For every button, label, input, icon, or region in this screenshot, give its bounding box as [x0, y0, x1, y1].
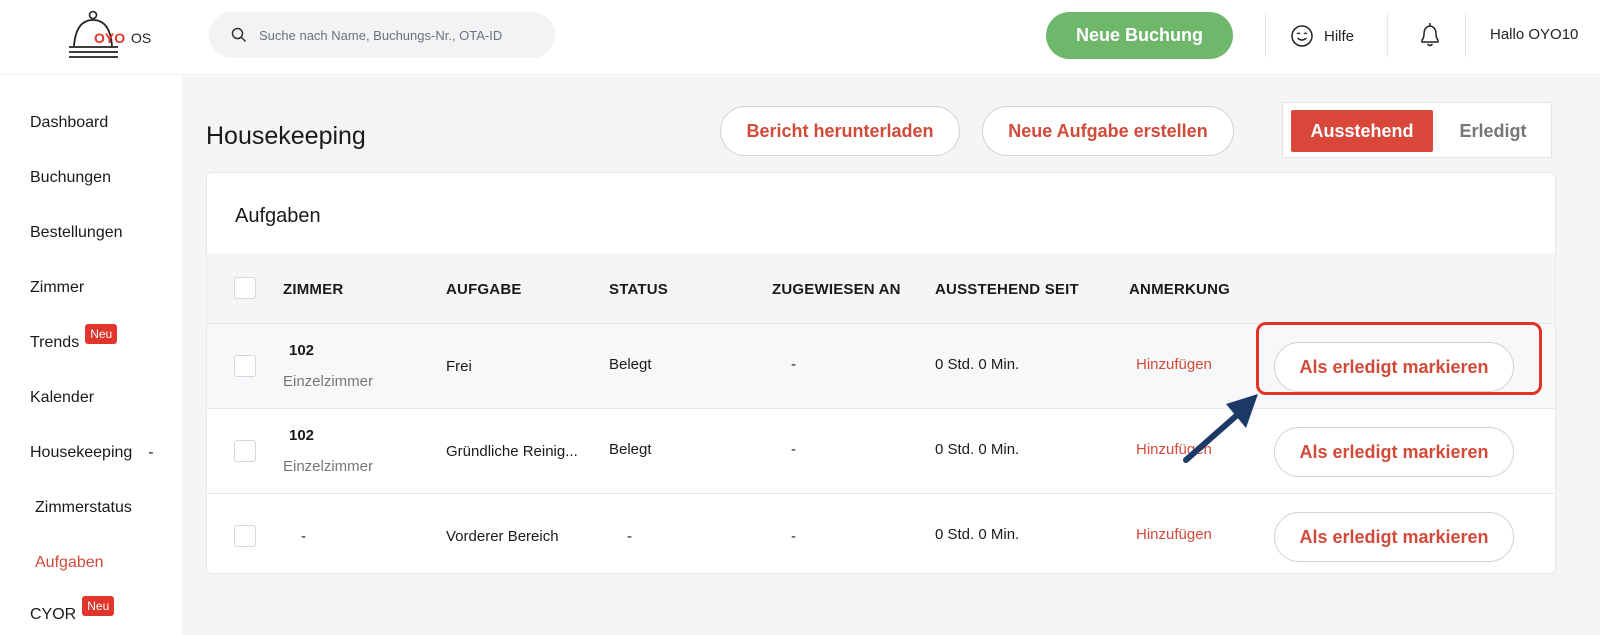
create-task-button[interactable]: Neue Aufgabe erstellen [982, 106, 1234, 156]
add-note-link[interactable]: Hinzufügen [1136, 356, 1212, 373]
sidebar-item-label: Buchungen [30, 169, 111, 186]
sidebar-item-trends[interactable]: Trends Neu [30, 324, 118, 354]
sidebar-item-label: Dashboard [30, 114, 109, 131]
row-checkbox[interactable] [234, 525, 256, 547]
assigned-to: - [791, 356, 796, 373]
help-label: Hilfe [1324, 27, 1355, 45]
column-header-pending-since[interactable]: AUSSTEHEND SEIT [935, 281, 1079, 298]
task-name: Vorderer Bereich [446, 528, 559, 545]
sidebar: Dashboard Buchungen Bestellungen Zimmer … [0, 76, 182, 635]
sidebar-item-calendar[interactable]: Kalender [30, 389, 94, 407]
header-divider [1465, 14, 1466, 57]
sidebar-item-rooms[interactable]: Zimmer [30, 279, 84, 297]
row-checkbox[interactable] [234, 440, 256, 462]
sidebar-item-label: Housekeeping [30, 444, 133, 461]
help-link[interactable]: Hilfe [1290, 24, 1354, 48]
sidebar-item-label: Aufgaben [35, 554, 104, 571]
search-input[interactable] [259, 27, 549, 43]
room-number: 102 [289, 427, 315, 444]
column-header-status[interactable]: STATUS [609, 281, 668, 298]
header-divider [1265, 14, 1266, 57]
column-header-room[interactable]: ZIMMER [283, 281, 343, 298]
select-all-checkbox[interactable] [234, 277, 256, 299]
sidebar-item-dashboard[interactable]: Dashboard [30, 114, 108, 132]
logo-text-os: OS [131, 30, 152, 46]
room-status: - [627, 528, 632, 545]
new-booking-button[interactable]: Neue Buchung [1046, 12, 1233, 59]
filter-pending-button[interactable]: Ausstehend [1291, 110, 1433, 152]
logo-text-oyo: OYO [94, 30, 126, 46]
room-number: - [301, 528, 306, 545]
table-row: - Vorderer Bereich - - 0 Std. 0 Min. Hin… [207, 493, 1555, 573]
sidebar-item-room-status[interactable]: Zimmerstatus [35, 499, 132, 517]
room-status: Belegt [609, 356, 652, 373]
table-header: ZIMMER AUFGABE STATUS ZUGEWIESEN AN AUSS… [207, 253, 1555, 323]
sidebar-item-housekeeping[interactable]: Housekeeping - [30, 444, 154, 462]
pending-since: 0 Std. 0 Min. [935, 526, 1020, 543]
sidebar-item-label: Zimmerstatus [35, 499, 132, 516]
download-report-button[interactable]: Bericht herunterladen [720, 106, 960, 156]
task-name: Frei [446, 358, 472, 375]
sidebar-item-label: Bestellungen [30, 224, 123, 241]
mark-done-button[interactable]: Als erledigt markieren [1274, 342, 1514, 392]
sidebar-item-label: CYOR [30, 606, 77, 623]
new-badge: Neu [85, 324, 118, 344]
sidebar-item-orders[interactable]: Bestellungen [30, 224, 123, 242]
add-note-link[interactable]: Hinzufügen [1136, 441, 1212, 458]
task-name: Gründliche Reinig... [446, 443, 578, 460]
main-content: Housekeeping Bericht herunterladen Neue … [182, 76, 1600, 635]
column-header-note[interactable]: ANMERKUNG [1129, 281, 1230, 298]
tasks-title: Aufgaben [235, 205, 321, 227]
room-type: Einzelzimmer [283, 458, 374, 475]
add-note-link[interactable]: Hinzufügen [1136, 526, 1212, 543]
room-status: Belegt [609, 441, 652, 458]
column-header-task[interactable]: AUFGABE [446, 281, 522, 298]
sidebar-item-label: Trends [30, 334, 80, 351]
top-bar: OYO OS Neue Buchung Hilfe Hallo OYO10 [0, 0, 1600, 75]
room-number: 102 [289, 342, 315, 359]
help-face-icon [1291, 25, 1313, 47]
sidebar-item-tasks[interactable]: Aufgaben [35, 554, 104, 572]
user-greeting[interactable]: Hallo OYO10 [1490, 26, 1578, 43]
assigned-to: - [791, 528, 796, 545]
row-checkbox[interactable] [234, 355, 256, 377]
oyo-os-logo[interactable]: OYO OS [66, 10, 166, 62]
tasks-card: Aufgaben ZIMMER AUFGABE STATUS ZUGEWIESE… [206, 172, 1556, 574]
column-header-assigned[interactable]: ZUGEWIESEN AN [772, 281, 901, 298]
bell-icon[interactable] [1418, 21, 1442, 49]
status-filter-toggle: Ausstehend Erledigt [1282, 102, 1552, 158]
room-type: Einzelzimmer [283, 373, 374, 390]
pending-since: 0 Std. 0 Min. [935, 441, 1020, 458]
collapse-indicator: - [148, 444, 154, 461]
sidebar-item-label: Zimmer [30, 279, 85, 296]
mark-done-button[interactable]: Als erledigt markieren [1274, 512, 1514, 562]
page-title: Housekeeping [206, 122, 366, 150]
table-row: 102 Einzelzimmer Gründliche Reinig... Be… [207, 408, 1555, 493]
pending-since: 0 Std. 0 Min. [935, 356, 1020, 373]
mark-done-button[interactable]: Als erledigt markieren [1274, 427, 1514, 477]
header-divider [1387, 14, 1388, 57]
sidebar-item-bookings[interactable]: Buchungen [30, 169, 111, 187]
filter-done-button[interactable]: Erledigt [1448, 110, 1538, 152]
table-row: 102 Einzelzimmer Frei Belegt - 0 Std. 0 … [207, 323, 1555, 408]
sidebar-item-label: Kalender [30, 389, 95, 406]
assigned-to: - [791, 441, 796, 458]
search-bar [209, 12, 555, 58]
sidebar-item-cyor[interactable]: CYOR Neu [30, 596, 115, 626]
new-badge: Neu [82, 596, 115, 616]
search-icon [231, 27, 247, 43]
